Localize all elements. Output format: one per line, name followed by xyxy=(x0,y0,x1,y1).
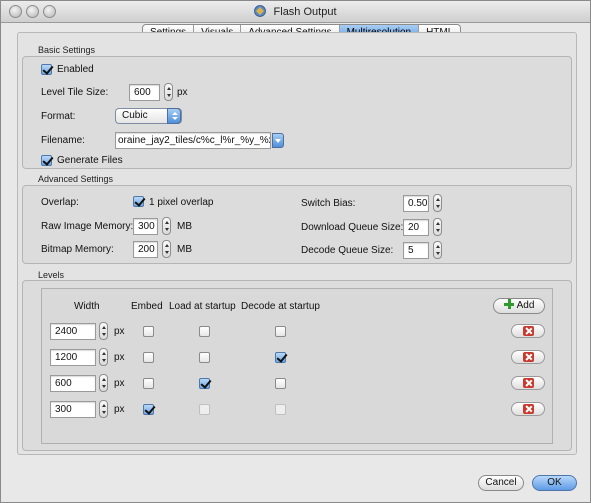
delete-icon xyxy=(523,352,534,362)
decode-at-startup-checkbox xyxy=(275,404,286,415)
level-width-input[interactable]: 600 xyxy=(50,375,96,392)
levels-table: Width Embed Load at startup Decode at st… xyxy=(41,288,553,444)
level-width-stepper[interactable] xyxy=(99,400,108,418)
enabled-checkbox[interactable] xyxy=(41,64,52,75)
delete-icon xyxy=(523,378,534,388)
load-at-startup-checkbox[interactable] xyxy=(199,378,210,389)
level-width-unit: px xyxy=(114,404,125,415)
download-queue-label: Download Queue Size: xyxy=(301,222,404,233)
delete-icon xyxy=(523,326,534,336)
tile-size-stepper[interactable] xyxy=(164,83,173,101)
level-width-input[interactable]: 1200 xyxy=(50,349,96,366)
embed-checkbox[interactable] xyxy=(143,378,154,389)
level-width-input[interactable]: 2400 xyxy=(50,323,96,340)
embed-checkbox[interactable] xyxy=(143,326,154,337)
advanced-settings-title: Advanced Settings xyxy=(38,174,114,184)
overlap-check-label: 1 pixel overlap xyxy=(149,197,214,208)
decode-at-startup-checkbox[interactable] xyxy=(275,352,286,363)
level-width-stepper[interactable] xyxy=(99,374,108,392)
tile-size-label: Level Tile Size: xyxy=(41,87,109,98)
raw-memory-label: Raw Image Memory: xyxy=(41,221,134,232)
level-width-unit: px xyxy=(114,378,125,389)
plus-icon xyxy=(503,299,514,309)
load-at-startup-checkbox[interactable] xyxy=(199,326,210,337)
load-at-startup-checkbox[interactable] xyxy=(199,352,210,363)
decode-queue-input[interactable]: 5 xyxy=(403,242,429,259)
ok-button[interactable]: OK xyxy=(532,475,577,491)
flash-output-window: Flash Output Settings Visuals Advanced S… xyxy=(0,0,591,503)
cancel-button[interactable]: Cancel xyxy=(478,475,524,491)
add-level-button[interactable]: Add xyxy=(493,298,545,314)
tab-content-panel: Basic Settings Enabled Level Tile Size: … xyxy=(17,32,577,455)
level-width-unit: px xyxy=(114,326,125,337)
header-width: Width xyxy=(74,301,100,312)
add-level-label: Add xyxy=(516,300,535,311)
bitmap-memory-input[interactable]: 200 xyxy=(133,241,158,258)
bitmap-memory-label: Bitmap Memory: xyxy=(41,244,114,255)
decode-at-startup-checkbox[interactable] xyxy=(275,378,286,389)
tile-size-input[interactable]: 600 xyxy=(129,84,160,101)
popup-arrow-icon xyxy=(167,108,181,124)
switch-bias-stepper[interactable] xyxy=(433,194,442,212)
raw-memory-input[interactable]: 300 xyxy=(133,218,158,235)
load-at-startup-checkbox xyxy=(199,404,210,415)
level-width-stepper[interactable] xyxy=(99,348,108,366)
download-queue-stepper[interactable] xyxy=(433,218,442,236)
filename-dropdown-arrow-icon[interactable] xyxy=(272,133,284,148)
window-title-group: Flash Output xyxy=(1,5,590,18)
decode-queue-stepper[interactable] xyxy=(433,241,442,259)
embed-checkbox[interactable] xyxy=(143,352,154,363)
raw-memory-unit: MB xyxy=(177,221,192,232)
remove-level-button[interactable] xyxy=(511,376,545,390)
switch-bias-label: Switch Bias: xyxy=(301,198,356,209)
level-width-stepper[interactable] xyxy=(99,322,108,340)
header-decode-at-startup: Decode at startup xyxy=(241,301,320,312)
level-width-unit: px xyxy=(114,352,125,363)
format-value: Cubic xyxy=(122,110,148,121)
header-load-at-startup: Load at startup xyxy=(169,301,236,312)
basic-settings-title: Basic Settings xyxy=(38,45,96,55)
title-bar: Flash Output xyxy=(1,1,590,23)
decode-at-startup-checkbox[interactable] xyxy=(275,326,286,337)
levels-group: Width Embed Load at startup Decode at st… xyxy=(22,280,572,451)
bitmap-memory-stepper[interactable] xyxy=(162,240,171,258)
level-width-input[interactable]: 300 xyxy=(50,401,96,418)
generate-files-label: Generate Files xyxy=(57,155,123,166)
header-embed: Embed xyxy=(131,301,163,312)
basic-settings-group: Enabled Level Tile Size: 600 px Format: … xyxy=(22,56,572,169)
raw-memory-stepper[interactable] xyxy=(162,217,171,235)
app-icon xyxy=(254,5,267,17)
generate-files-checkbox[interactable] xyxy=(41,155,52,166)
decode-queue-label: Decode Queue Size: xyxy=(301,245,394,256)
filename-label: Filename: xyxy=(41,135,85,146)
switch-bias-input[interactable]: 0.50 xyxy=(403,195,429,212)
remove-level-button[interactable] xyxy=(511,350,545,364)
remove-level-button[interactable] xyxy=(511,324,545,338)
overlap-checkbox[interactable] xyxy=(133,196,144,207)
remove-level-button[interactable] xyxy=(511,402,545,416)
embed-checkbox[interactable] xyxy=(143,404,154,415)
format-label: Format: xyxy=(41,111,76,122)
overlap-label: Overlap: xyxy=(41,197,79,208)
download-queue-input[interactable]: 20 xyxy=(403,219,429,236)
delete-icon xyxy=(523,404,534,414)
advanced-settings-group: Overlap: 1 pixel overlap Raw Image Memor… xyxy=(22,185,572,264)
levels-title: Levels xyxy=(38,270,65,280)
tile-size-unit: px xyxy=(177,87,188,98)
format-popup[interactable]: Cubic xyxy=(115,108,182,124)
bitmap-memory-unit: MB xyxy=(177,244,192,255)
window-title: Flash Output xyxy=(273,6,337,18)
filename-input[interactable]: oraine_jay2_tiles/c%c_l%r_%y_%x.jpg xyxy=(115,132,271,149)
enabled-label: Enabled xyxy=(57,64,94,75)
